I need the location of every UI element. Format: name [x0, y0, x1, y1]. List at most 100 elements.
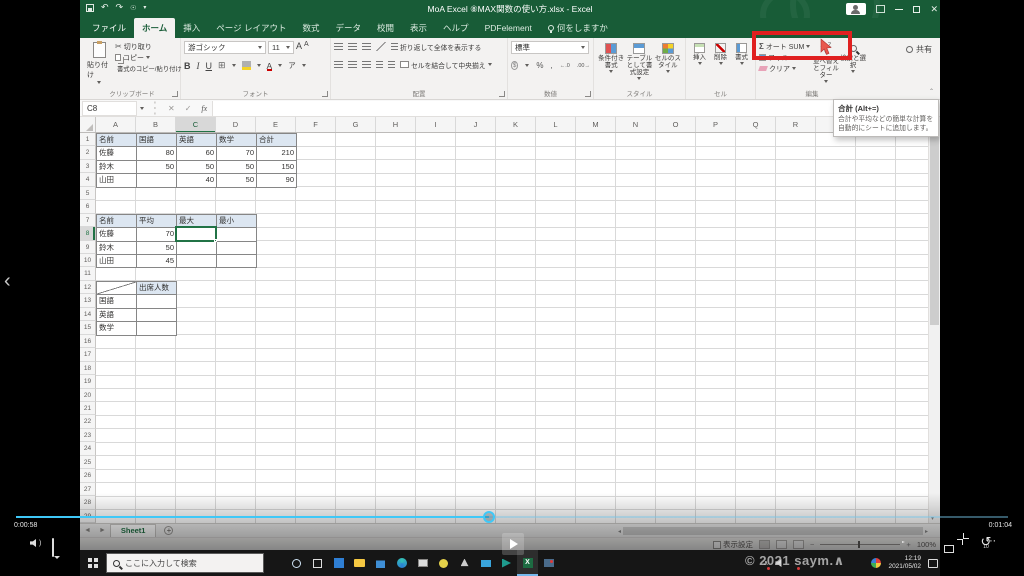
column-header[interactable]: R	[776, 117, 816, 132]
alignment-dialog-launcher[interactable]	[499, 91, 505, 97]
sheet-nav-left-icon[interactable]: ◄	[80, 527, 95, 534]
tab-review[interactable]: 校閲	[369, 18, 402, 38]
rewind-button[interactable]: ↺ 10	[474, 535, 1024, 550]
row-header[interactable]: 11	[80, 267, 96, 281]
sheet-cell[interactable]	[96, 280, 137, 296]
font-color-icon[interactable]: A	[266, 60, 273, 71]
volume-button[interactable]: )	[30, 539, 41, 547]
sheet-header-cell[interactable]: 最小	[216, 213, 257, 229]
borders-icon[interactable]: ⊞	[218, 60, 226, 71]
sheet-cell[interactable]: 210	[256, 146, 297, 161]
progress-bar[interactable]	[16, 511, 1008, 523]
sheet-cell[interactable]	[176, 254, 217, 269]
row-header[interactable]: 19	[80, 375, 96, 389]
underline-button[interactable]: U	[206, 61, 213, 71]
sheet-header-cell[interactable]: 名前	[96, 213, 137, 229]
sheet-cell[interactable]: 山田	[96, 254, 137, 269]
cell-styles-button[interactable]: セルのスタイル	[654, 41, 682, 87]
font-dialog-launcher[interactable]	[322, 91, 328, 97]
tab-insert[interactable]: 挿入	[175, 18, 208, 38]
column-header[interactable]: I	[416, 117, 456, 132]
row-header[interactable]: 28	[80, 496, 96, 510]
sheet-cell[interactable]: 山田	[96, 173, 137, 188]
column-header[interactable]: K	[496, 117, 536, 132]
column-header[interactable]: Q	[736, 117, 776, 132]
horizontal-scrollbar-thumb[interactable]	[623, 527, 923, 535]
sheet-tab-sheet1[interactable]: Sheet1	[109, 524, 157, 537]
sheet-cell[interactable]: 45	[136, 254, 177, 269]
sheet-cell[interactable]: 50	[136, 240, 177, 256]
font-size-select[interactable]: 11	[268, 41, 294, 54]
minimize-button[interactable]	[895, 8, 904, 10]
sheet-cell[interactable]: 90	[256, 173, 297, 188]
merge-center-button[interactable]: セルを結合して中央揃え	[400, 59, 492, 70]
clear-button[interactable]: クリア	[758, 63, 815, 74]
vertical-scrollbar-thumb[interactable]	[930, 125, 939, 325]
close-button[interactable]: ✕	[930, 4, 938, 14]
sheet-header-cell[interactable]: 平均	[136, 213, 177, 229]
cancel-icon[interactable]: ✕	[163, 104, 180, 113]
column-header[interactable]: M	[576, 117, 616, 132]
column-header[interactable]: D	[216, 117, 256, 132]
sheet-cell[interactable]: 60	[176, 146, 217, 161]
vertical-scrollbar[interactable]: ▾	[928, 117, 940, 523]
mini-player-button[interactable]	[944, 540, 954, 558]
sheet-nav-right-icon[interactable]: ►	[95, 527, 110, 534]
play-button[interactable]	[502, 533, 524, 555]
row-header[interactable]: 17	[80, 348, 96, 362]
bold-button[interactable]: B	[184, 61, 191, 71]
row-header[interactable]: 6	[80, 200, 96, 214]
row-header[interactable]: 1	[80, 133, 96, 147]
format-painter-button[interactable]: 書式のコピー/貼り付け	[115, 63, 182, 74]
align-left-icon[interactable]	[334, 61, 343, 68]
fill-color-icon[interactable]	[241, 61, 251, 70]
sheet-cell[interactable]: 50	[216, 173, 257, 188]
account-avatar[interactable]	[846, 3, 867, 15]
sheet-cell[interactable]	[176, 240, 217, 256]
row-header[interactable]: 7	[80, 213, 96, 228]
sheet-cell[interactable]: 70	[136, 227, 177, 242]
sheet-cell[interactable]	[136, 173, 177, 188]
sheet-cell[interactable]: 40	[176, 173, 217, 188]
sheet-header-cell[interactable]: 出席人数	[136, 280, 177, 296]
row-header[interactable]: 23	[80, 428, 96, 443]
tab-view[interactable]: 表示	[402, 18, 435, 38]
align-bottom-icon[interactable]	[362, 43, 371, 50]
column-header[interactable]: A	[96, 117, 136, 132]
app-window-icon[interactable]	[412, 550, 433, 576]
tab-pdfelement[interactable]: PDFelement	[477, 18, 540, 38]
increase-decimal-icon[interactable]: ←.0	[560, 63, 570, 69]
cut-button[interactable]: ✂ 切り取り	[115, 41, 177, 52]
row-header[interactable]: 10	[80, 254, 96, 268]
align-middle-icon[interactable]	[348, 43, 357, 50]
italic-button[interactable]: I	[197, 61, 200, 71]
row-header[interactable]: 21	[80, 401, 96, 416]
share-button[interactable]: 共有	[906, 44, 932, 55]
name-box-dropdown-icon[interactable]	[140, 106, 144, 110]
sheet-cell[interactable]: 鈴木	[96, 240, 137, 256]
row-header[interactable]: 15	[80, 321, 96, 335]
restore-button[interactable]	[913, 5, 921, 13]
comma-style-icon[interactable]: ,	[551, 61, 553, 70]
sheet-cell[interactable]: 鈴木	[96, 159, 137, 175]
sheet-cell[interactable]	[216, 254, 257, 269]
row-header[interactable]: 2	[80, 146, 96, 160]
sheet-cell[interactable]: 50	[136, 159, 177, 175]
font-name-select[interactable]: 游ゴシック	[184, 41, 266, 54]
sheet-cell[interactable]	[216, 240, 257, 256]
grow-font-icon[interactable]: A	[296, 41, 302, 54]
photos-app-icon[interactable]	[328, 550, 349, 576]
column-header[interactable]: J	[456, 117, 496, 132]
tab-file[interactable]: ファイル	[84, 18, 135, 38]
grid-body[interactable]: 1 2 3 4 5 6 7 8 9 10 11 12 13 14 15 16 17 18 19 20 21 22 23 24 2…	[80, 133, 928, 523]
app-yellow-icon[interactable]	[433, 550, 454, 576]
insert-function-icon[interactable]: fx	[196, 104, 212, 113]
previous-video-icon[interactable]: ‹	[4, 270, 11, 293]
formula-input[interactable]	[212, 100, 938, 116]
task-view-icon[interactable]	[307, 550, 328, 576]
collapse-ribbon-icon[interactable]: ⌃	[929, 88, 934, 95]
row-header[interactable]: 5	[80, 186, 96, 201]
sheet-cell[interactable]: 佐藤	[96, 146, 137, 161]
row-header[interactable]: 24	[80, 442, 96, 456]
tab-home[interactable]: ホーム	[134, 18, 176, 38]
